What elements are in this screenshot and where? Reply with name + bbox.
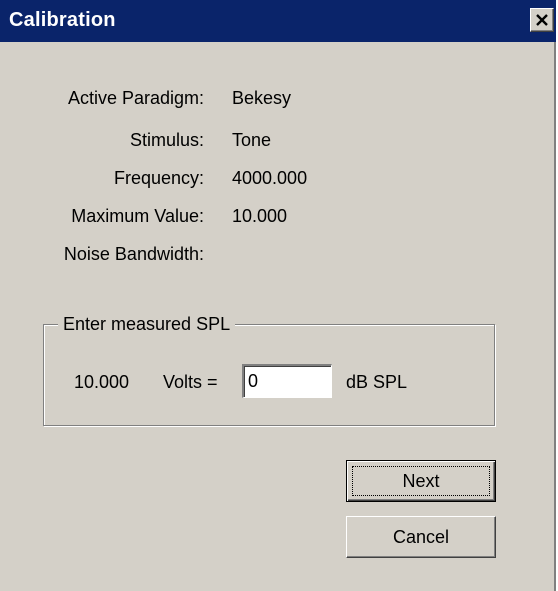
stimulus-label: Stimulus: <box>129 130 204 150</box>
calibration-dialog: Calibration Active Paradigm: Bekesy Stim… <box>0 0 556 591</box>
window-title: Calibration <box>9 9 116 31</box>
next-button-label: Next <box>402 471 440 491</box>
noise-bandwidth-label: Noise Bandwidth: <box>63 244 204 264</box>
maximum-value-value: 10.000 <box>232 206 288 226</box>
volts-label: Volts = <box>163 372 218 392</box>
stimulus-value: Tone <box>232 130 272 150</box>
cancel-button[interactable]: Cancel <box>346 516 496 558</box>
frequency-label: Frequency: <box>113 168 204 188</box>
active-paradigm-label: Active Paradigm: <box>67 88 204 108</box>
close-icon <box>536 14 548 26</box>
active-paradigm-value: Bekesy <box>232 88 292 108</box>
spl-input[interactable] <box>242 364 332 398</box>
measured-spl-group-title: Enter measured SPL <box>58 314 236 335</box>
frequency-value: 4000.000 <box>232 168 308 188</box>
db-spl-unit-label: dB SPL <box>346 372 408 392</box>
title-bar[interactable]: Calibration <box>0 0 556 42</box>
close-button[interactable] <box>530 8 554 32</box>
cancel-button-label: Cancel <box>392 527 450 547</box>
next-button[interactable]: Next <box>346 460 496 502</box>
volts-value: 10.000 <box>74 372 130 392</box>
maximum-value-label: Maximum Value: <box>71 206 204 226</box>
